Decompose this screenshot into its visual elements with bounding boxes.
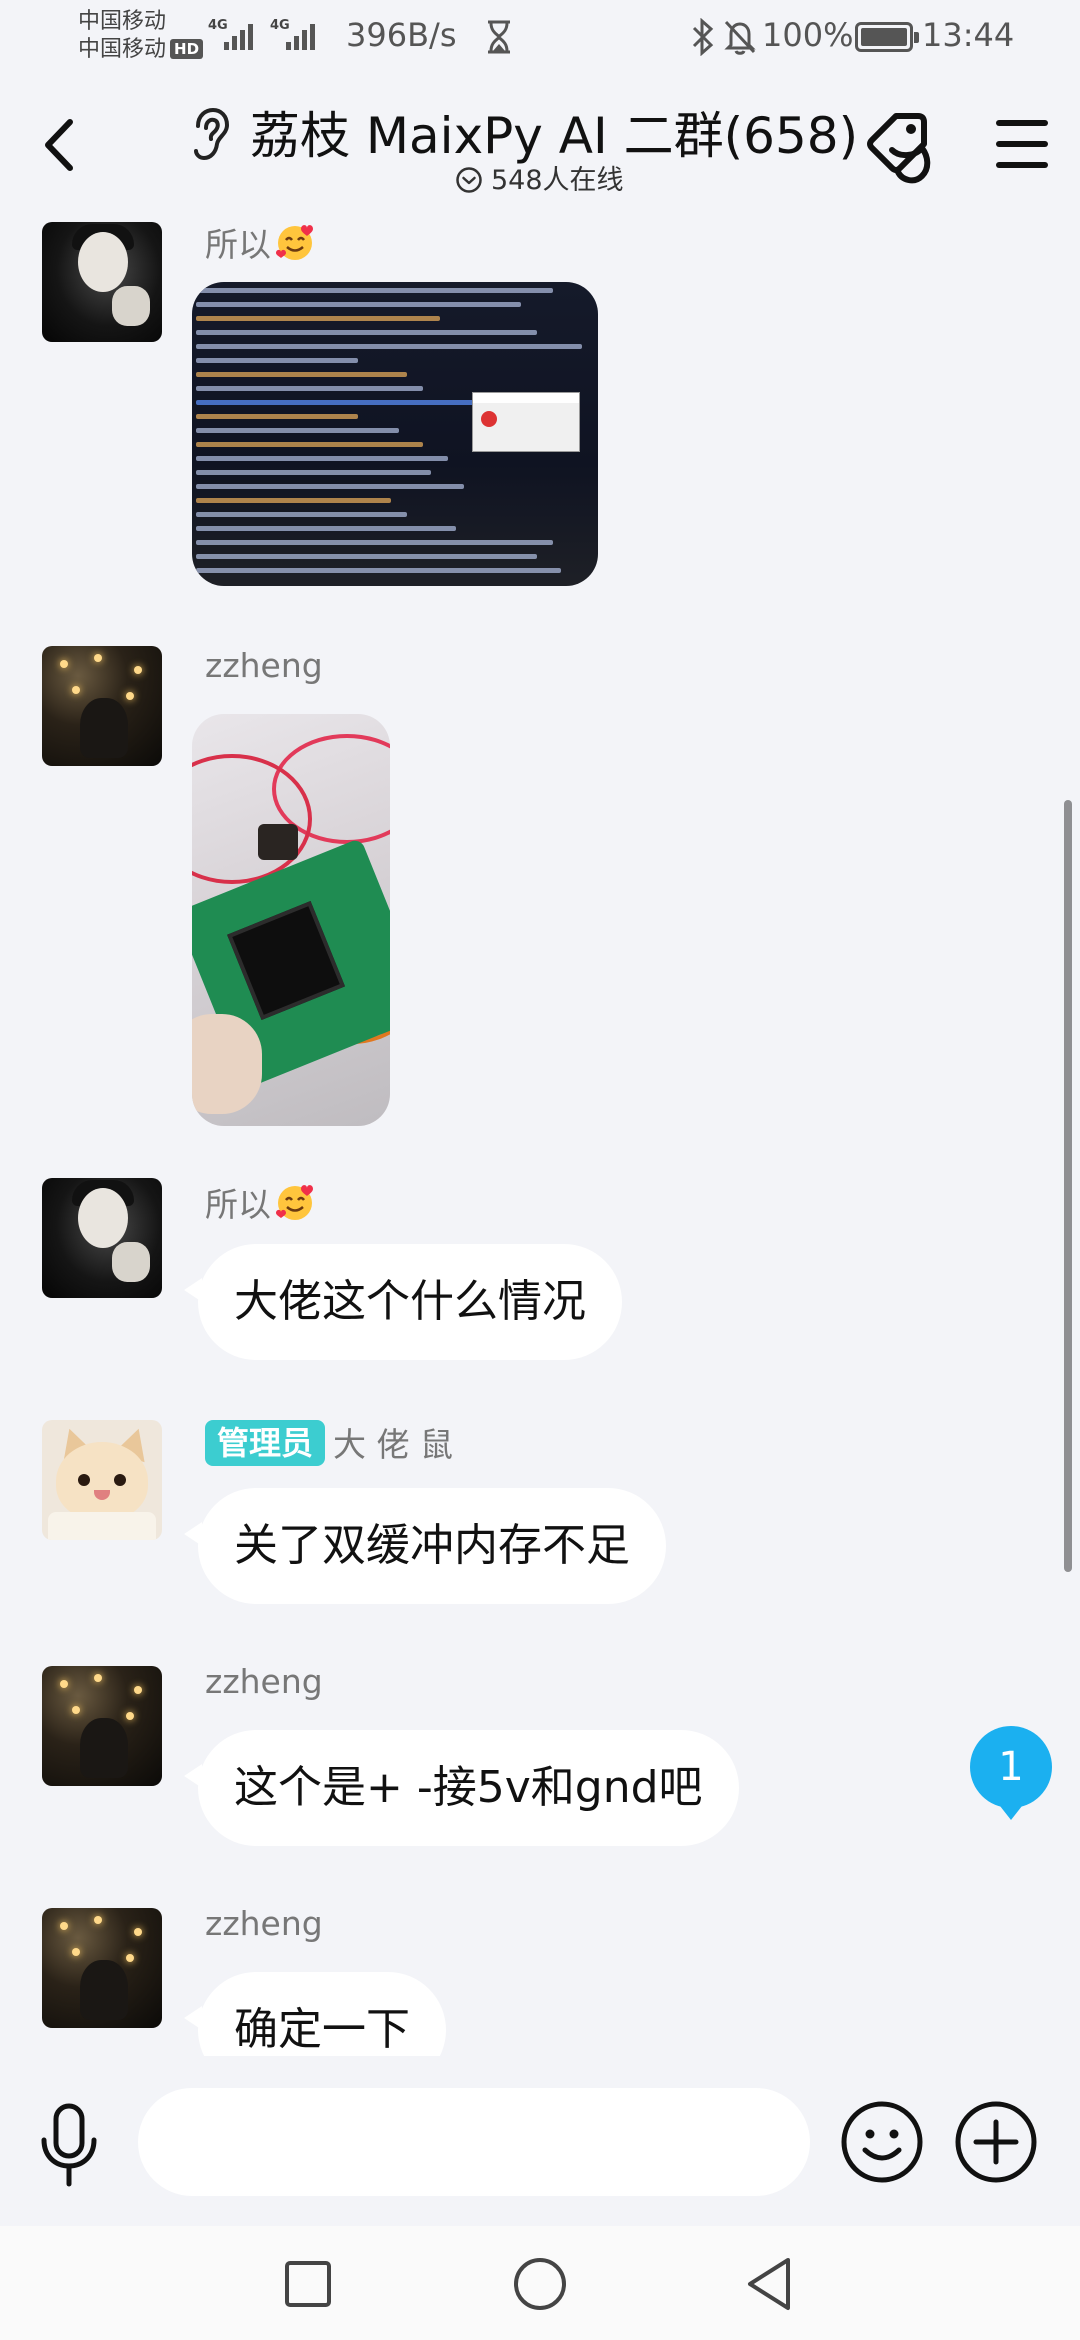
chat-header: 荔枝 MaixPy AI 二群(658) 548人在线 [0,80,1080,210]
battery-percent: 100% [762,16,854,54]
home-icon[interactable] [512,2256,568,2312]
more-button[interactable] [954,2100,1038,2184]
sender-name: 所以 [205,218,317,266]
smiley-icon [841,2101,923,2183]
system-nav-bar [0,2226,1080,2340]
back-icon [45,119,73,171]
input-bar [0,2056,1080,2226]
unread-badge[interactable]: 1 [970,1726,1052,1820]
admin-badge: 管理员 [205,1420,326,1466]
chevron-down-circle-icon [456,167,482,193]
mute-icon [724,20,756,55]
message-bubble[interactable]: 关了双缓冲内存不足 [184,1488,666,1604]
back-nav-icon[interactable] [744,2256,794,2312]
sender-name: 所以 [205,1178,317,1226]
battery-fill [861,28,907,46]
tag-icon [867,113,931,184]
voice-button[interactable] [36,2102,102,2188]
hd-badge: HD [170,39,204,59]
avatar[interactable] [42,1178,162,1298]
message-bubble[interactable]: 确定一下 [184,1972,446,2056]
menu-button[interactable] [992,116,1052,174]
carrier-2: 中国移动 [78,37,167,62]
sender-name: 管理员大 佬 鼠 [205,1418,453,1466]
ear-icon[interactable] [188,106,230,162]
hourglass-icon [488,20,510,54]
avatar[interactable] [42,1908,162,2028]
status-bar: 中国移动 中国移动 HD 4G 4G 396B/s 100% 13:44 [0,0,1080,80]
back-button[interactable] [30,110,90,180]
online-count[interactable]: 548人在线 [455,158,624,197]
message-bubble[interactable]: 大佬这个什么情况 [184,1244,622,1360]
clock: 13:44 [922,16,1015,54]
smiling-face-with-hearts-icon [276,225,313,260]
tag-button[interactable] [866,110,942,186]
sender-name: zzheng [205,646,323,685]
plus-circle-icon [955,2101,1037,2183]
message-list[interactable]: 所以 zzheng 所以 大佬这个什么情况 管理员 大 佬 鼠 关了双缓冲内存不… [0,210,1080,2056]
image-message-photo[interactable] [192,714,390,1126]
microphone-icon [41,2103,97,2187]
carrier-info: 中国移动 中国移动 HD [78,8,204,64]
battery-icon [855,22,919,52]
sender-name: zzheng [205,1662,323,1701]
scrollbar[interactable] [1064,800,1072,1572]
sender-name-text: 所以 [205,1185,271,1224]
avatar[interactable] [42,1420,162,1540]
sender-name-text: 大 佬 鼠 [333,1425,453,1464]
network-speed: 396B/s [346,16,457,54]
error-dialog-in-image [472,392,580,452]
avatar[interactable] [42,646,162,766]
avatar[interactable] [42,222,162,342]
bluetooth-icon [692,18,714,56]
sender-name: zzheng [205,1904,323,1943]
carrier-1: 中国移动 [78,9,167,34]
message-input[interactable] [138,2088,810,2196]
smiling-face-with-hearts-icon [276,1185,313,1220]
image-message-code[interactable] [192,282,598,586]
recent-apps-icon[interactable] [284,2260,332,2308]
message-bubble[interactable]: 这个是+ -接5v和gnd吧 [184,1730,739,1846]
avatar[interactable] [42,1666,162,1786]
online-count-label: 548人在线 [491,165,624,196]
emoji-button[interactable] [840,2100,924,2184]
sender-name-text: 所以 [205,225,271,264]
